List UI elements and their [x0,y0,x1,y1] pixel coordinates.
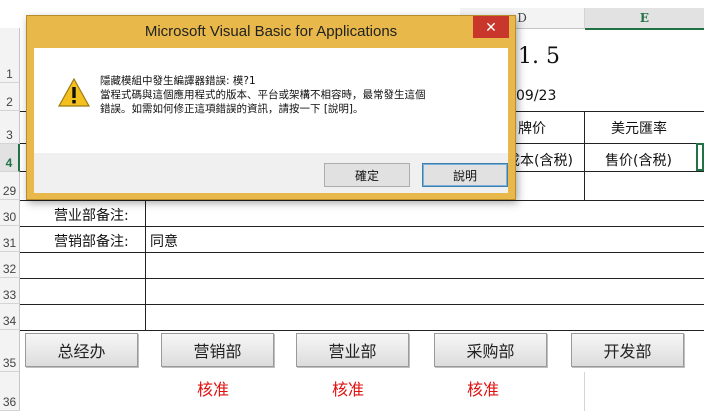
grid-line [584,111,585,200]
grid-line [145,200,146,330]
cell-d3[interactable]: 牌价 [518,118,546,138]
sales-note-label: 营业部备注: [54,208,129,224]
row-header[interactable]: 36 [0,372,20,411]
vba-error-dialog: Microsoft Visual Basic for Applications … [26,15,516,200]
purchasing-dept-button[interactable]: 采购部 [434,333,547,367]
grid-line [584,372,585,411]
dialog-body: 隱藏模組中發生編譯器錯誤: 模?1 當程式碼與這個應用程式的版本、平台或架構不相… [34,48,508,193]
row-header[interactable]: 1 [0,28,20,83]
development-dept-button[interactable]: 开发部 [571,333,684,367]
warning-icon [58,78,90,107]
column-header-e[interactable]: E [585,8,704,30]
grid-line [20,226,704,227]
row-header[interactable]: 4 [0,144,20,172]
message-line: 當程式碼與這個應用程式的版本、平台或架構不相容時，最常發生這個 [100,89,426,101]
grid-line [20,330,704,331]
row-header[interactable]: 29 [0,172,20,200]
row-header[interactable]: 30 [0,200,20,226]
sales-dept-button[interactable]: 营业部 [296,333,409,367]
row-header[interactable]: 34 [0,304,20,330]
grid-line [20,304,704,305]
row-header[interactable]: 2 [0,83,20,111]
cell-e4[interactable]: 售价(含税) [605,150,672,170]
marketing-dept-button[interactable]: 营销部 [161,333,274,367]
grid-line [20,200,704,201]
ok-button[interactable]: 確定 [324,163,410,187]
grid-line [20,278,704,279]
message-line: 錯誤。如需如何修正這項錯誤的資訊，請按一下 [說明]。 [100,103,364,115]
approve-label: 核准 [332,380,365,399]
approve-label: 核准 [467,380,500,399]
message-line: 隱藏模組中發生編譯器錯誤: 模?1 [100,75,256,87]
general-office-button[interactable]: 总经办 [25,333,138,367]
close-icon[interactable]: ✕ [473,16,509,38]
approve-label: 核准 [197,380,230,399]
dialog-message: 隱藏模組中發生編譯器錯誤: 模?1 當程式碼與這個應用程式的版本、平台或架構不相… [100,74,426,116]
marketing-note-value[interactable]: 同意 [150,231,178,251]
grid-line [20,252,704,253]
cell-d4[interactable]: 成本(含税) [506,150,573,170]
title-cell[interactable]: 1. 5 [518,44,560,69]
row-header[interactable]: 33 [0,278,20,304]
date-cell[interactable]: 09/23 [516,88,556,104]
row-header[interactable]: 3 [0,111,20,144]
dialog-footer: 確定 說明 [34,153,508,193]
help-button[interactable]: 說明 [422,163,508,187]
row-header[interactable]: 35 [0,330,20,372]
selected-cell [696,143,704,171]
dialog-title[interactable]: Microsoft Visual Basic for Applications [27,16,515,48]
marketing-note-label: 营销部备注: [54,234,129,250]
row-header[interactable]: 32 [0,252,20,278]
cell-e3[interactable]: 美元匯率 [611,118,667,138]
row-header[interactable]: 31 [0,226,20,252]
